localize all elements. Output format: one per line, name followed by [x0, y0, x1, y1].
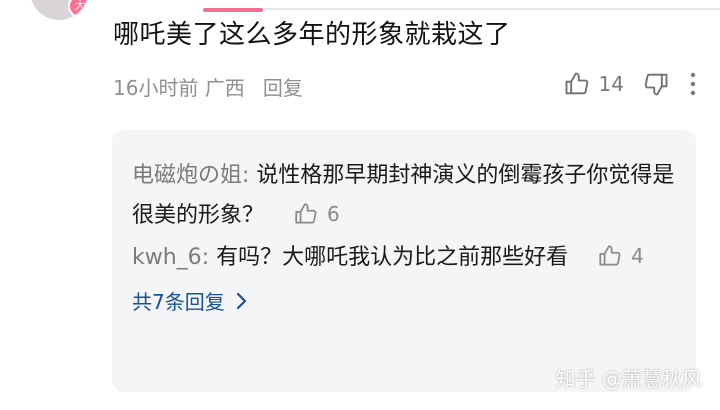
- dislike-button[interactable]: [642, 70, 670, 98]
- chevron-right-icon: [235, 292, 247, 310]
- comment-time: 16小时前 广西: [113, 76, 245, 100]
- reply-author[interactable]: 电磁炮の姐: [132, 163, 242, 188]
- reply-thread: 电磁炮の姐: 说性格那早期封神演义的倒霉孩子你觉得是很美的形象？ 6 kwh_6…: [112, 130, 696, 392]
- reply-item: 电磁炮の姐: 说性格那早期封神演义的倒霉孩子你觉得是很美的形象？ 6: [132, 156, 676, 236]
- thumbs-up-icon: [597, 243, 623, 269]
- avatar[interactable]: 大: [30, 0, 88, 20]
- reply-item: kwh_6: 有吗？大哪吒我认为比之前那些好看 4: [132, 238, 676, 278]
- thumbs-up-icon: [293, 201, 319, 227]
- reply-like-count: 6: [327, 202, 340, 226]
- top-divider: [263, 8, 720, 10]
- like-button[interactable]: 14: [563, 70, 624, 98]
- reply-like-button[interactable]: 4: [597, 236, 644, 276]
- reply-like-button[interactable]: 6: [293, 194, 340, 234]
- more-options-button[interactable]: [688, 71, 698, 97]
- reply-button[interactable]: 回复: [263, 72, 303, 101]
- avatar-badge: 大: [68, 0, 88, 18]
- reply-author[interactable]: kwh_6: [132, 245, 202, 270]
- top-tab-underline: [203, 8, 263, 12]
- watermark: 知乎 @萧慧秋风: [555, 367, 702, 391]
- comment-text: 哪吒美了这么多年的形象就栽这了: [113, 20, 511, 50]
- more-vertical-icon: [688, 71, 698, 97]
- comment-meta: 16小时前 广西 回复: [113, 72, 303, 101]
- view-all-replies-link[interactable]: 共7条回复: [132, 286, 247, 315]
- like-count: 14: [598, 72, 624, 96]
- reply-like-count: 4: [631, 244, 644, 268]
- reply-text: 有吗？大哪吒我认为比之前那些好看: [216, 245, 569, 270]
- thumbs-up-icon: [563, 70, 591, 98]
- comment-actions: 14: [563, 70, 698, 98]
- thumbs-down-icon: [642, 70, 670, 98]
